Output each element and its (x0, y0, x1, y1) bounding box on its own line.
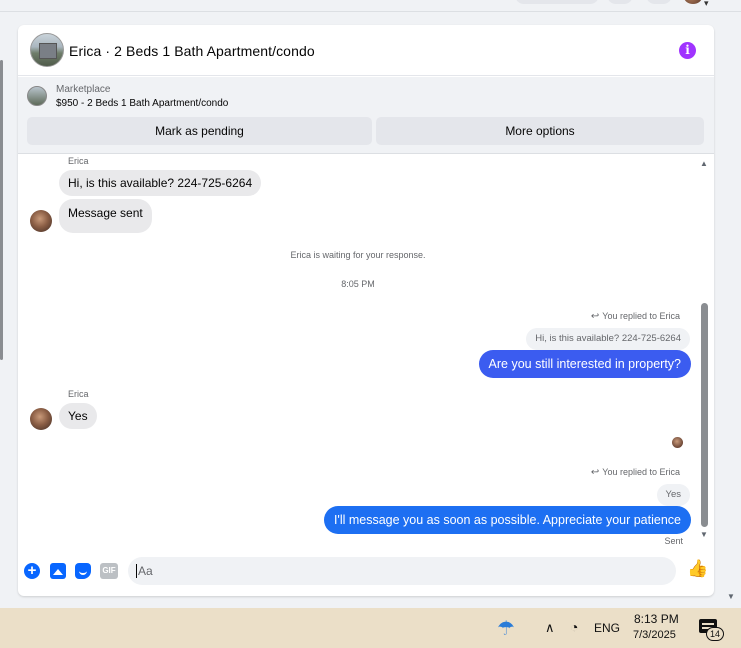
avatar[interactable] (30, 210, 52, 232)
nav-pill-button[interactable] (515, 0, 599, 4)
message-input[interactable]: Aa (128, 557, 676, 585)
chat-window: Erica · 2 Beds 1 Bath Apartment/condo i … (18, 25, 714, 596)
marketplace-banner: Marketplace $950 - 2 Beds 1 Bath Apartme… (18, 77, 714, 154)
top-nav-strip: ▾ (0, 0, 741, 12)
outgoing-message[interactable]: Are you still interested in property? (478, 350, 691, 378)
message-timestamp: 8:05 PM (341, 279, 375, 289)
scrollbar-thumb[interactable] (701, 303, 708, 527)
clock-time[interactable]: 8:13 PM (634, 612, 679, 626)
nav-menu-button[interactable] (607, 0, 633, 4)
message-list: Erica Hi, is this available? 224-725-626… (18, 155, 714, 550)
seen-avatar (672, 437, 683, 448)
nav-notifications-button[interactable] (646, 0, 672, 4)
reply-arrow-icon: ↩ (590, 467, 600, 478)
quoted-message[interactable]: Yes (656, 484, 690, 506)
plus-icon[interactable]: + (24, 563, 40, 579)
sender-name: Erica (68, 389, 89, 399)
reply-indicator: ↩ You replied to Erica (590, 467, 680, 478)
reply-arrow-icon: ↩ (590, 311, 600, 322)
incoming-message[interactable]: Message sent (59, 199, 152, 233)
wifi-icon[interactable]: ◔ (570, 619, 578, 635)
account-avatar[interactable] (684, 0, 702, 4)
photo-icon[interactable] (50, 563, 66, 579)
left-scrollbar[interactable] (0, 60, 3, 360)
chat-title[interactable]: Erica · 2 Beds 1 Bath Apartment/condo (69, 43, 315, 59)
clock-date[interactable]: 7/3/2025 (633, 629, 676, 641)
thumbs-up-icon[interactable]: 👍 (687, 560, 708, 578)
weather-umbrella-icon[interactable]: ☂ (497, 616, 515, 641)
scroll-up-icon[interactable]: ▲ (700, 159, 708, 168)
listing-summary[interactable]: $950 - 2 Beds 1 Bath Apartment/condo (56, 98, 228, 109)
chat-header: Erica · 2 Beds 1 Bath Apartment/condo i (18, 25, 714, 76)
message-scrollbar[interactable]: ▲ ▼ (698, 155, 712, 543)
input-placeholder: Aa (138, 564, 153, 578)
sticker-icon[interactable] (75, 563, 91, 579)
chevron-up-icon[interactable]: ∧ (545, 620, 555, 636)
text-caret (136, 564, 137, 578)
sent-status: Sent (664, 536, 683, 546)
taskbar: ☂ ∧ ◔ ENG 8:13 PM 7/3/2025 14 (0, 608, 741, 648)
notification-count-badge: 14 (706, 627, 724, 641)
listing-thumbnail[interactable] (30, 33, 64, 67)
mark-as-pending-button[interactable]: Mark as pending (27, 117, 372, 145)
incoming-message[interactable]: Yes (59, 403, 97, 429)
chevron-down-icon: ▾ (704, 0, 709, 8)
info-icon[interactable]: i (679, 42, 696, 59)
waiting-note: Erica is waiting for your response. (290, 250, 426, 260)
page-scrollbar[interactable]: ▼ (722, 0, 741, 608)
composer: + GIF Aa 👍 (18, 555, 714, 589)
marketplace-label: Marketplace (56, 84, 111, 95)
incoming-message[interactable]: Hi, is this available? 224-725-6264 (59, 170, 262, 196)
outgoing-message[interactable]: I'll message you as soon as possible. Ap… (323, 506, 691, 534)
more-options-button[interactable]: More options (376, 117, 704, 145)
gif-icon[interactable]: GIF (100, 563, 118, 579)
listing-small-thumbnail[interactable] (27, 86, 47, 106)
page-scroll-down-icon[interactable]: ▼ (727, 592, 735, 601)
quoted-message[interactable]: Hi, is this available? 224-725-6264 (526, 328, 690, 350)
scroll-down-icon[interactable]: ▼ (700, 530, 708, 539)
avatar[interactable] (30, 408, 52, 430)
language-indicator[interactable]: ENG (594, 621, 620, 635)
reply-indicator: ↩ You replied to Erica (590, 311, 680, 322)
sender-name: Erica (68, 156, 89, 166)
